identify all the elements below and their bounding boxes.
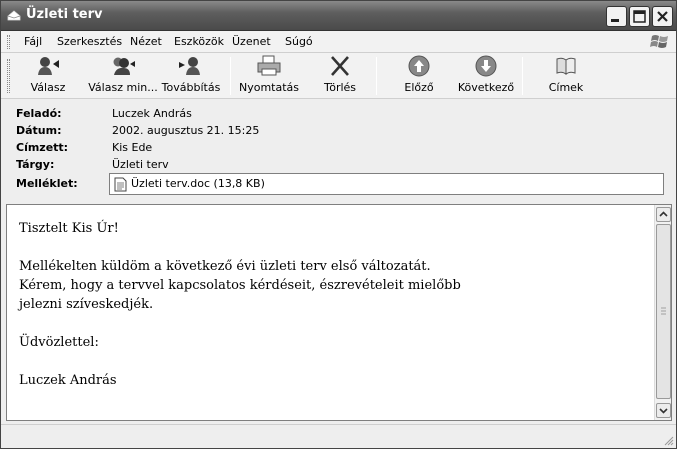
title-bar[interactable]: Üzleti terv bbox=[1, 1, 676, 31]
next-arrow-icon bbox=[475, 55, 497, 77]
menu-tools[interactable]: Eszközök bbox=[174, 35, 224, 48]
scroll-down-button[interactable] bbox=[656, 403, 671, 418]
word-document-icon bbox=[114, 177, 127, 192]
date-value: 2002. augusztus 21. 15:25 bbox=[112, 124, 260, 137]
scroll-up-button[interactable] bbox=[656, 207, 671, 222]
menu-bar: Fájl Szerkesztés Nézet Eszközök Üzenet S… bbox=[1, 31, 676, 53]
delete-x-icon bbox=[331, 56, 349, 76]
message-line bbox=[19, 314, 649, 333]
reply-all-icon bbox=[113, 57, 135, 75]
menu-file[interactable]: Fájl bbox=[24, 35, 42, 48]
printer-icon bbox=[257, 55, 281, 76]
date-label: Dátum: bbox=[16, 124, 62, 137]
maximize-icon bbox=[633, 10, 646, 23]
attachment-filename: Üzleti terv.doc (13,8 KB) bbox=[131, 177, 265, 190]
chevron-down-icon bbox=[659, 408, 668, 414]
close-button[interactable] bbox=[652, 6, 673, 27]
attachment-label: Melléklet: bbox=[16, 177, 78, 190]
message-line bbox=[19, 238, 649, 257]
message-line bbox=[19, 352, 649, 371]
menu-help[interactable]: Súgó bbox=[285, 35, 313, 48]
to-label: Címzett: bbox=[16, 141, 69, 154]
address-book-icon bbox=[556, 57, 576, 75]
windows-flag-icon bbox=[650, 35, 668, 48]
reply-button[interactable]: Válasz bbox=[23, 55, 73, 97]
message-line: Kérem, hogy a tervvel kapcsolatos kérdés… bbox=[19, 278, 461, 293]
message-window: Üzleti terv Fájl Szerkesztés Nézet Eszkö… bbox=[0, 0, 677, 449]
forward-label: Továbbítás bbox=[161, 81, 221, 94]
mail-envelope-icon bbox=[7, 10, 21, 21]
forward-icon bbox=[179, 57, 200, 75]
addresses-button[interactable]: Címek bbox=[541, 55, 591, 97]
forward-button[interactable]: Továbbítás bbox=[161, 55, 221, 97]
vertical-scrollbar[interactable] bbox=[654, 205, 671, 420]
reply-icon bbox=[38, 57, 59, 75]
minimize-icon bbox=[611, 19, 619, 22]
print-label: Nyomtatás bbox=[238, 81, 300, 94]
print-button[interactable]: Nyomtatás bbox=[238, 55, 300, 97]
previous-button[interactable]: Előző bbox=[397, 55, 441, 97]
scroll-thumb[interactable] bbox=[656, 224, 671, 399]
message-line: Mellékelten küldöm a következő évi üzlet… bbox=[19, 259, 431, 274]
maximize-button[interactable] bbox=[629, 6, 650, 27]
chevron-up-icon bbox=[659, 211, 668, 217]
message-text: Tisztelt Kis Úr! Mellékelten küldöm a kö… bbox=[19, 219, 649, 390]
toolbar-grip[interactable] bbox=[7, 59, 10, 93]
window-title: Üzleti terv bbox=[26, 7, 103, 22]
from-value: Luczek András bbox=[112, 107, 192, 120]
next-button[interactable]: Következő bbox=[455, 55, 517, 97]
resize-grip-icon[interactable] bbox=[662, 434, 674, 446]
close-icon bbox=[657, 11, 668, 22]
reply-label: Válasz bbox=[30, 81, 66, 94]
menu-view[interactable]: Nézet bbox=[130, 35, 162, 48]
reply-all-button[interactable]: Válasz min... bbox=[85, 55, 161, 97]
previous-label: Előző bbox=[404, 81, 434, 94]
addresses-label: Címek bbox=[548, 81, 584, 94]
subject-label: Tárgy: bbox=[16, 158, 55, 171]
menu-grip[interactable] bbox=[7, 35, 10, 49]
message-line: Tisztelt Kis Úr! bbox=[19, 221, 119, 236]
previous-arrow-icon bbox=[408, 55, 430, 77]
toolbar: Válasz Válasz min... Továbbítás Nyomtatá… bbox=[1, 53, 676, 99]
message-line: jelezni szíveskedjék. bbox=[19, 297, 154, 312]
menu-message[interactable]: Üzenet bbox=[232, 35, 271, 48]
status-bar bbox=[1, 424, 676, 448]
subject-value: Üzleti terv bbox=[112, 158, 169, 171]
to-value: Kis Ede bbox=[112, 141, 153, 154]
attachment-box: Üzleti terv.doc (13,8 KB) bbox=[109, 173, 664, 195]
reply-all-label: Válasz min... bbox=[88, 81, 158, 94]
toolbar-separator bbox=[230, 57, 231, 95]
minimize-button[interactable] bbox=[606, 6, 627, 27]
delete-label: Törlés bbox=[323, 81, 357, 94]
message-body[interactable]: Tisztelt Kis Úr! Mellékelten küldöm a kö… bbox=[6, 204, 672, 421]
delete-button[interactable]: Törlés bbox=[317, 55, 363, 97]
from-label: Feladó: bbox=[16, 107, 62, 120]
toolbar-separator bbox=[522, 57, 523, 95]
next-label: Következő bbox=[457, 81, 515, 94]
menu-edit[interactable]: Szerkesztés bbox=[57, 35, 122, 48]
grip-lines-icon bbox=[661, 307, 666, 315]
message-line: Üdvözlettel: bbox=[19, 335, 99, 350]
toolbar-separator bbox=[376, 57, 377, 95]
message-line: Luczek András bbox=[19, 373, 117, 388]
